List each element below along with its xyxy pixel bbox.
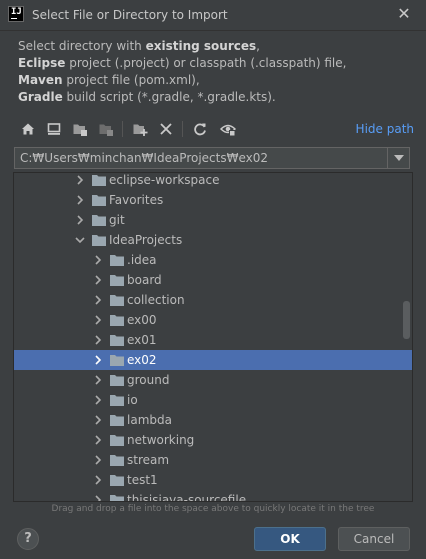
folder-icon xyxy=(110,315,124,326)
folder-icon xyxy=(110,455,124,466)
folder-icon xyxy=(92,175,106,186)
chevron-right-icon[interactable] xyxy=(93,475,103,485)
tree-row[interactable]: collection xyxy=(14,290,412,310)
ok-button[interactable]: OK xyxy=(254,527,326,551)
folder-icon xyxy=(110,495,124,501)
description-line-3: Maven project file (pom.xml), xyxy=(18,73,200,87)
folder-icon xyxy=(110,415,124,426)
tree-row[interactable]: Favorites xyxy=(14,190,412,210)
folder-icon xyxy=(92,195,106,206)
chevron-right-icon[interactable] xyxy=(93,335,103,345)
tree-row-label: git xyxy=(109,213,125,227)
close-icon[interactable]: ✕ xyxy=(396,6,412,22)
intellij-logo-icon: IJ xyxy=(8,6,24,22)
tree-row[interactable]: io xyxy=(14,390,412,410)
tree-row-label: ex01 xyxy=(127,333,157,347)
folder-icon xyxy=(92,235,106,246)
tree-row[interactable]: ex01 xyxy=(14,330,412,350)
chevron-right-icon[interactable] xyxy=(93,415,103,425)
tree-row-label: lambda xyxy=(127,413,172,427)
folder-icon xyxy=(110,435,124,446)
title-bar: IJ Select File or Directory to Import ✕ xyxy=(0,0,426,31)
folder-icon xyxy=(92,215,106,226)
folder-icon xyxy=(110,355,124,366)
file-tree[interactable]: eclipse-workspace Favorites git IdeaProject… xyxy=(13,172,413,502)
chevron-right-icon[interactable] xyxy=(93,395,103,405)
tree-row[interactable]: git xyxy=(14,210,412,230)
tree-row-label: test1 xyxy=(127,473,158,487)
hide-path-link[interactable]: Hide path xyxy=(356,122,414,136)
folder-icon xyxy=(110,335,124,346)
chevron-right-icon[interactable] xyxy=(93,375,103,385)
help-button[interactable]: ? xyxy=(17,528,39,550)
folder-icon xyxy=(110,475,124,486)
tree-row[interactable]: ex02 xyxy=(14,350,412,370)
refresh-icon[interactable] xyxy=(192,121,208,137)
path-dropdown-button[interactable] xyxy=(387,148,409,168)
tree-row[interactable]: stream xyxy=(14,450,412,470)
chevron-right-icon[interactable] xyxy=(93,295,103,305)
module-folder-icon[interactable] xyxy=(98,121,114,137)
path-input[interactable]: C:₩Users₩minchan₩IdeaProjects₩ex02 xyxy=(20,151,268,165)
chevron-right-icon[interactable] xyxy=(93,455,103,465)
tree-scrollbar-thumb[interactable] xyxy=(403,301,410,339)
description-line-2: Eclipse project (.project) or classpath … xyxy=(18,56,347,70)
tree-row-label: thisisjava-sourcefile xyxy=(127,493,247,502)
folder-icon xyxy=(110,295,124,306)
tree-row[interactable]: ground xyxy=(14,370,412,390)
tree-row[interactable]: IdeaProjects xyxy=(14,230,412,250)
folder-icon xyxy=(110,395,124,406)
tree-row[interactable]: .idea xyxy=(14,250,412,270)
show-hidden-icon[interactable] xyxy=(220,121,236,137)
toolbar-separator xyxy=(122,121,123,137)
chevron-down-icon xyxy=(393,155,404,161)
toolbar-separator xyxy=(182,121,183,137)
cancel-button[interactable]: Cancel xyxy=(338,527,410,551)
chevron-down-icon[interactable] xyxy=(75,235,85,245)
tree-row-label: collection xyxy=(127,293,185,307)
chevron-right-icon[interactable] xyxy=(93,355,103,365)
tree-row-label: stream xyxy=(127,453,170,467)
tree-row[interactable]: lambda xyxy=(14,410,412,430)
tree-row[interactable]: eclipse-workspace xyxy=(14,173,412,190)
drag-drop-hint: Drag and drop a file into the space abov… xyxy=(51,504,375,514)
tree-row-label: .idea xyxy=(127,253,157,267)
chevron-right-icon[interactable] xyxy=(75,215,85,225)
folder-icon xyxy=(110,275,124,286)
chevron-right-icon[interactable] xyxy=(93,275,103,285)
chevron-right-icon[interactable] xyxy=(93,435,103,445)
tree-row-label: Favorites xyxy=(109,193,164,207)
tree-row[interactable]: ex00 xyxy=(14,310,412,330)
folder-icon xyxy=(110,255,124,266)
chevron-right-icon[interactable] xyxy=(75,175,85,185)
home-icon[interactable] xyxy=(20,121,36,137)
project-folder-icon[interactable] xyxy=(72,121,88,137)
chevron-right-icon[interactable] xyxy=(93,255,103,265)
tree-row-label: io xyxy=(127,393,138,407)
new-folder-icon[interactable] xyxy=(132,121,148,137)
tree-row[interactable]: networking xyxy=(14,430,412,450)
tree-row-label: board xyxy=(127,273,162,287)
chevron-right-icon[interactable] xyxy=(93,315,103,325)
tree-row-label: networking xyxy=(127,433,195,447)
tree-row[interactable]: test1 xyxy=(14,470,412,490)
description-line-1: Select directory with existing sources, xyxy=(18,39,260,53)
tree-row-label: eclipse-workspace xyxy=(109,173,220,187)
folder-icon xyxy=(110,375,124,386)
tree-row-label: ex02 xyxy=(127,353,157,367)
tree-row[interactable]: board xyxy=(14,270,412,290)
tree-row[interactable]: thisisjava-sourcefile xyxy=(14,490,412,502)
description: Select directory with existing sources, … xyxy=(18,38,346,106)
window-title: Select File or Directory to Import xyxy=(32,8,228,22)
toolbar: Hide path xyxy=(14,118,414,142)
tree-row-label: ground xyxy=(127,373,170,387)
tree-row-label: IdeaProjects xyxy=(109,233,183,247)
tree-row-label: ex00 xyxy=(127,313,157,327)
desktop-icon[interactable] xyxy=(46,121,62,137)
path-combobox[interactable]: C:₩Users₩minchan₩IdeaProjects₩ex02 xyxy=(14,147,410,169)
description-line-4: Gradle build script (*.gradle, *.gradle.… xyxy=(18,90,276,104)
chevron-right-icon[interactable] xyxy=(75,195,85,205)
delete-icon[interactable] xyxy=(158,121,174,137)
chevron-right-icon[interactable] xyxy=(93,495,103,502)
